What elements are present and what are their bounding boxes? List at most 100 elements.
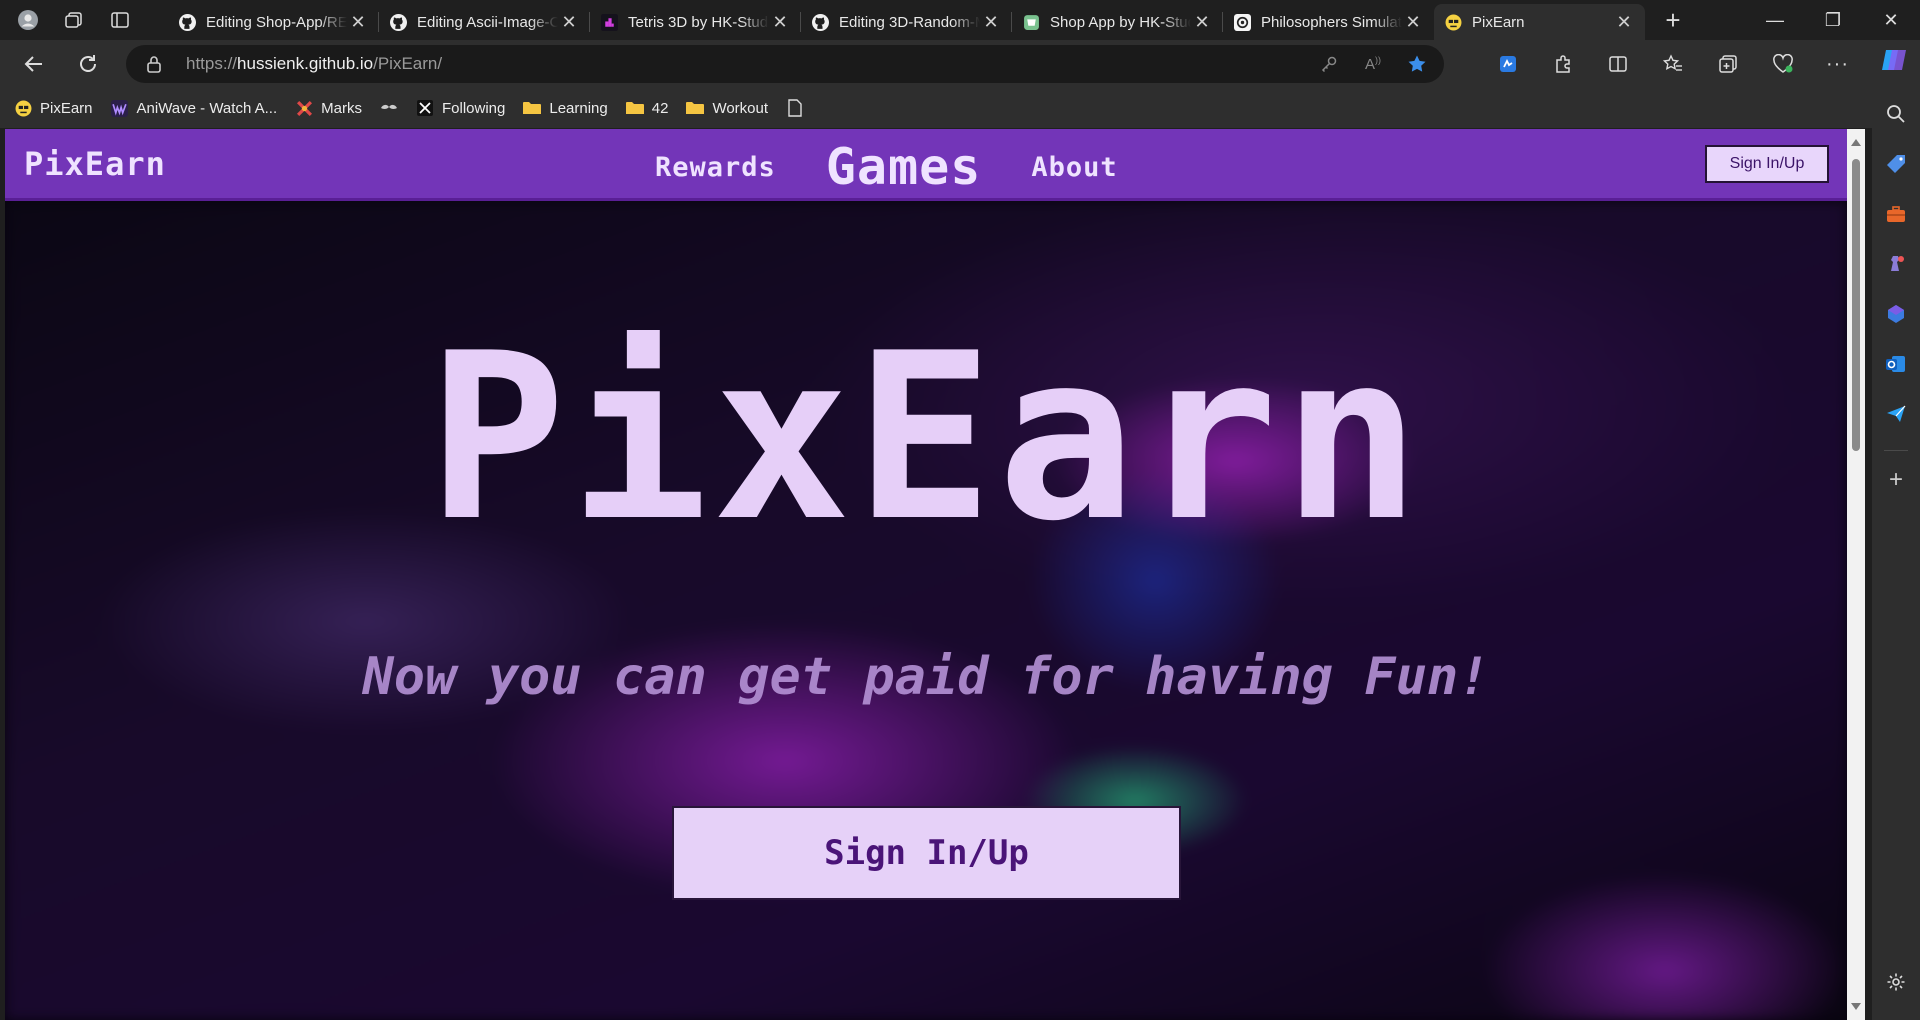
close-icon[interactable]: ✕ bbox=[1613, 11, 1635, 33]
github-icon bbox=[389, 13, 407, 31]
nav-signin-button[interactable]: Sign In/Up bbox=[1705, 145, 1829, 183]
shopping-tag-icon[interactable] bbox=[1884, 152, 1908, 176]
folder-icon bbox=[523, 99, 542, 117]
minimize-button[interactable]: — bbox=[1746, 0, 1804, 40]
nav-link-games[interactable]: Games bbox=[826, 139, 982, 195]
tab-list: Editing Shop-App/README.md ✕ Editing Asc… bbox=[168, 4, 1693, 40]
openai-icon bbox=[1233, 13, 1251, 31]
scroll-up-arrow-icon[interactable] bbox=[1851, 139, 1861, 146]
outlook-icon[interactable] bbox=[1884, 352, 1908, 376]
copilot-sidebar-icon[interactable] bbox=[1884, 302, 1908, 326]
tab-title: Editing 3D-Random-Maze bbox=[839, 13, 980, 31]
tab-shop-app-readme[interactable]: Editing Shop-App/README.md ✕ bbox=[168, 4, 379, 40]
plus-icon: + bbox=[1665, 4, 1681, 35]
x-icon bbox=[416, 99, 434, 117]
tab-strip: Editing Shop-App/README.md ✕ Editing Asc… bbox=[0, 0, 1920, 40]
copilot-icon[interactable] bbox=[1880, 46, 1908, 79]
tab-actions-button[interactable] bbox=[100, 4, 140, 36]
refresh-button[interactable] bbox=[70, 48, 106, 80]
extensions-icon[interactable] bbox=[1543, 48, 1582, 80]
close-icon[interactable]: ✕ bbox=[980, 11, 1002, 33]
window-controls: — ❐ ✕ bbox=[1746, 0, 1920, 40]
close-icon[interactable]: ✕ bbox=[347, 11, 369, 33]
favorites-icon[interactable] bbox=[1653, 48, 1692, 80]
bookmark-page[interactable] bbox=[786, 99, 804, 117]
nav-link-rewards[interactable]: Rewards bbox=[655, 152, 776, 183]
site-navbar: PixEarn Rewards Games About Sign In/Up bbox=[5, 129, 1847, 201]
bookmark-folder-42[interactable]: 42 bbox=[625, 99, 668, 117]
back-button[interactable] bbox=[16, 48, 52, 80]
site-nav-links: Rewards Games About bbox=[655, 139, 1118, 195]
tab-title: Editing Ascii-Image-Converter bbox=[417, 13, 558, 31]
workspaces-icon bbox=[65, 12, 82, 28]
bookmarks-bar: PixEarn AniWave - Watch A... Marks Follo… bbox=[0, 88, 1920, 128]
scrollbar-thumb[interactable] bbox=[1852, 159, 1860, 451]
site-logo[interactable]: PixEarn bbox=[24, 145, 166, 183]
add-sidebar-app-icon[interactable]: + bbox=[1884, 466, 1908, 493]
address-bar[interactable]: https://hussienk.github.io/PixEarn/ A)) bbox=[126, 45, 1444, 83]
shop-icon bbox=[1022, 13, 1040, 31]
vertical-tabs-icon bbox=[111, 12, 129, 28]
aniwave-icon bbox=[111, 99, 129, 117]
restore-button[interactable]: ❐ bbox=[1804, 0, 1862, 40]
favorite-star-icon[interactable] bbox=[1406, 53, 1428, 75]
back-arrow-icon bbox=[24, 56, 42, 72]
tab-tetris-3d[interactable]: Tetris 3D by HK-Studio ✕ bbox=[590, 4, 801, 40]
bookmark-marks[interactable]: Marks bbox=[295, 99, 362, 117]
page-scrollbar[interactable] bbox=[1847, 129, 1865, 1020]
folder-icon bbox=[625, 99, 644, 117]
bookmark-folder-workout[interactable]: Workout bbox=[686, 99, 768, 117]
key-icon[interactable] bbox=[1318, 53, 1340, 75]
tab-3d-random-maze[interactable]: Editing 3D-Random-Maze ✕ bbox=[801, 4, 1012, 40]
github-icon bbox=[178, 13, 196, 31]
tab-title: PixEarn bbox=[1472, 13, 1525, 31]
tools-briefcase-icon[interactable] bbox=[1884, 202, 1908, 226]
bookmark-mustache[interactable] bbox=[380, 99, 398, 117]
edge-sidebar: + bbox=[1872, 88, 1920, 1020]
more-menu-icon[interactable]: ··· bbox=[1818, 48, 1857, 80]
profile-button[interactable] bbox=[8, 4, 48, 36]
close-icon[interactable]: ✕ bbox=[769, 11, 791, 33]
tab-title: Tetris 3D by HK-Studio bbox=[628, 13, 769, 31]
tab-title: Editing Shop-App/README.md bbox=[206, 13, 347, 31]
tab-ascii-image[interactable]: Editing Ascii-Image-Converter ✕ bbox=[379, 4, 590, 40]
bookmark-aniwave[interactable]: AniWave - Watch A... bbox=[111, 99, 277, 117]
profile-icon bbox=[18, 10, 38, 30]
search-icon[interactable] bbox=[1884, 102, 1908, 126]
sidebar-settings-gear-icon[interactable] bbox=[1884, 970, 1908, 994]
mustache-icon bbox=[380, 99, 398, 117]
telegram-send-icon[interactable] bbox=[1884, 402, 1908, 426]
bookmark-pixearn[interactable]: PixEarn bbox=[14, 99, 93, 117]
marks-icon bbox=[295, 99, 313, 117]
collections-icon[interactable] bbox=[1708, 48, 1747, 80]
workspaces-button[interactable] bbox=[54, 4, 94, 36]
nav-link-about[interactable]: About bbox=[1031, 152, 1117, 183]
bookmark-following[interactable]: Following bbox=[416, 99, 505, 117]
games-chess-icon[interactable] bbox=[1884, 252, 1908, 276]
tetris-icon bbox=[600, 13, 618, 31]
folder-icon bbox=[686, 99, 705, 117]
refresh-icon bbox=[80, 55, 96, 72]
bookmark-folder-learning[interactable]: Learning bbox=[523, 99, 608, 117]
window-close-button[interactable]: ✕ bbox=[1862, 0, 1920, 40]
address-toolbar: https://hussienk.github.io/PixEarn/ A)) … bbox=[0, 40, 1920, 88]
close-icon[interactable]: ✕ bbox=[558, 11, 580, 33]
browser-essentials-icon[interactable] bbox=[1763, 48, 1802, 80]
tab-philosophers-simulator[interactable]: Philosophers Simulator ✕ bbox=[1223, 4, 1434, 40]
split-screen-icon[interactable] bbox=[1598, 48, 1637, 80]
github-icon bbox=[811, 13, 829, 31]
tab-title: Shop App by HK-Studio bbox=[1050, 13, 1191, 31]
lock-icon[interactable] bbox=[146, 55, 162, 78]
tab-shop-app[interactable]: Shop App by HK-Studio ✕ bbox=[1012, 4, 1223, 40]
url-text[interactable]: https://hussienk.github.io/PixEarn/ bbox=[186, 54, 442, 74]
page-icon bbox=[786, 99, 804, 117]
web-page-viewport: PixEarn Rewards Games About Sign In/Up P… bbox=[5, 129, 1847, 1020]
tab-pixearn[interactable]: PixEarn ✕ bbox=[1434, 4, 1645, 40]
close-icon[interactable]: ✕ bbox=[1402, 11, 1424, 33]
read-aloud-icon[interactable]: A)) bbox=[1362, 53, 1384, 75]
extension-app-icon[interactable] bbox=[1488, 48, 1527, 80]
close-icon[interactable]: ✕ bbox=[1191, 11, 1213, 33]
new-tab-button[interactable]: + bbox=[1653, 4, 1693, 36]
hero-signin-button[interactable]: Sign In/Up bbox=[672, 806, 1181, 900]
scroll-down-arrow-icon[interactable] bbox=[1851, 1003, 1861, 1010]
